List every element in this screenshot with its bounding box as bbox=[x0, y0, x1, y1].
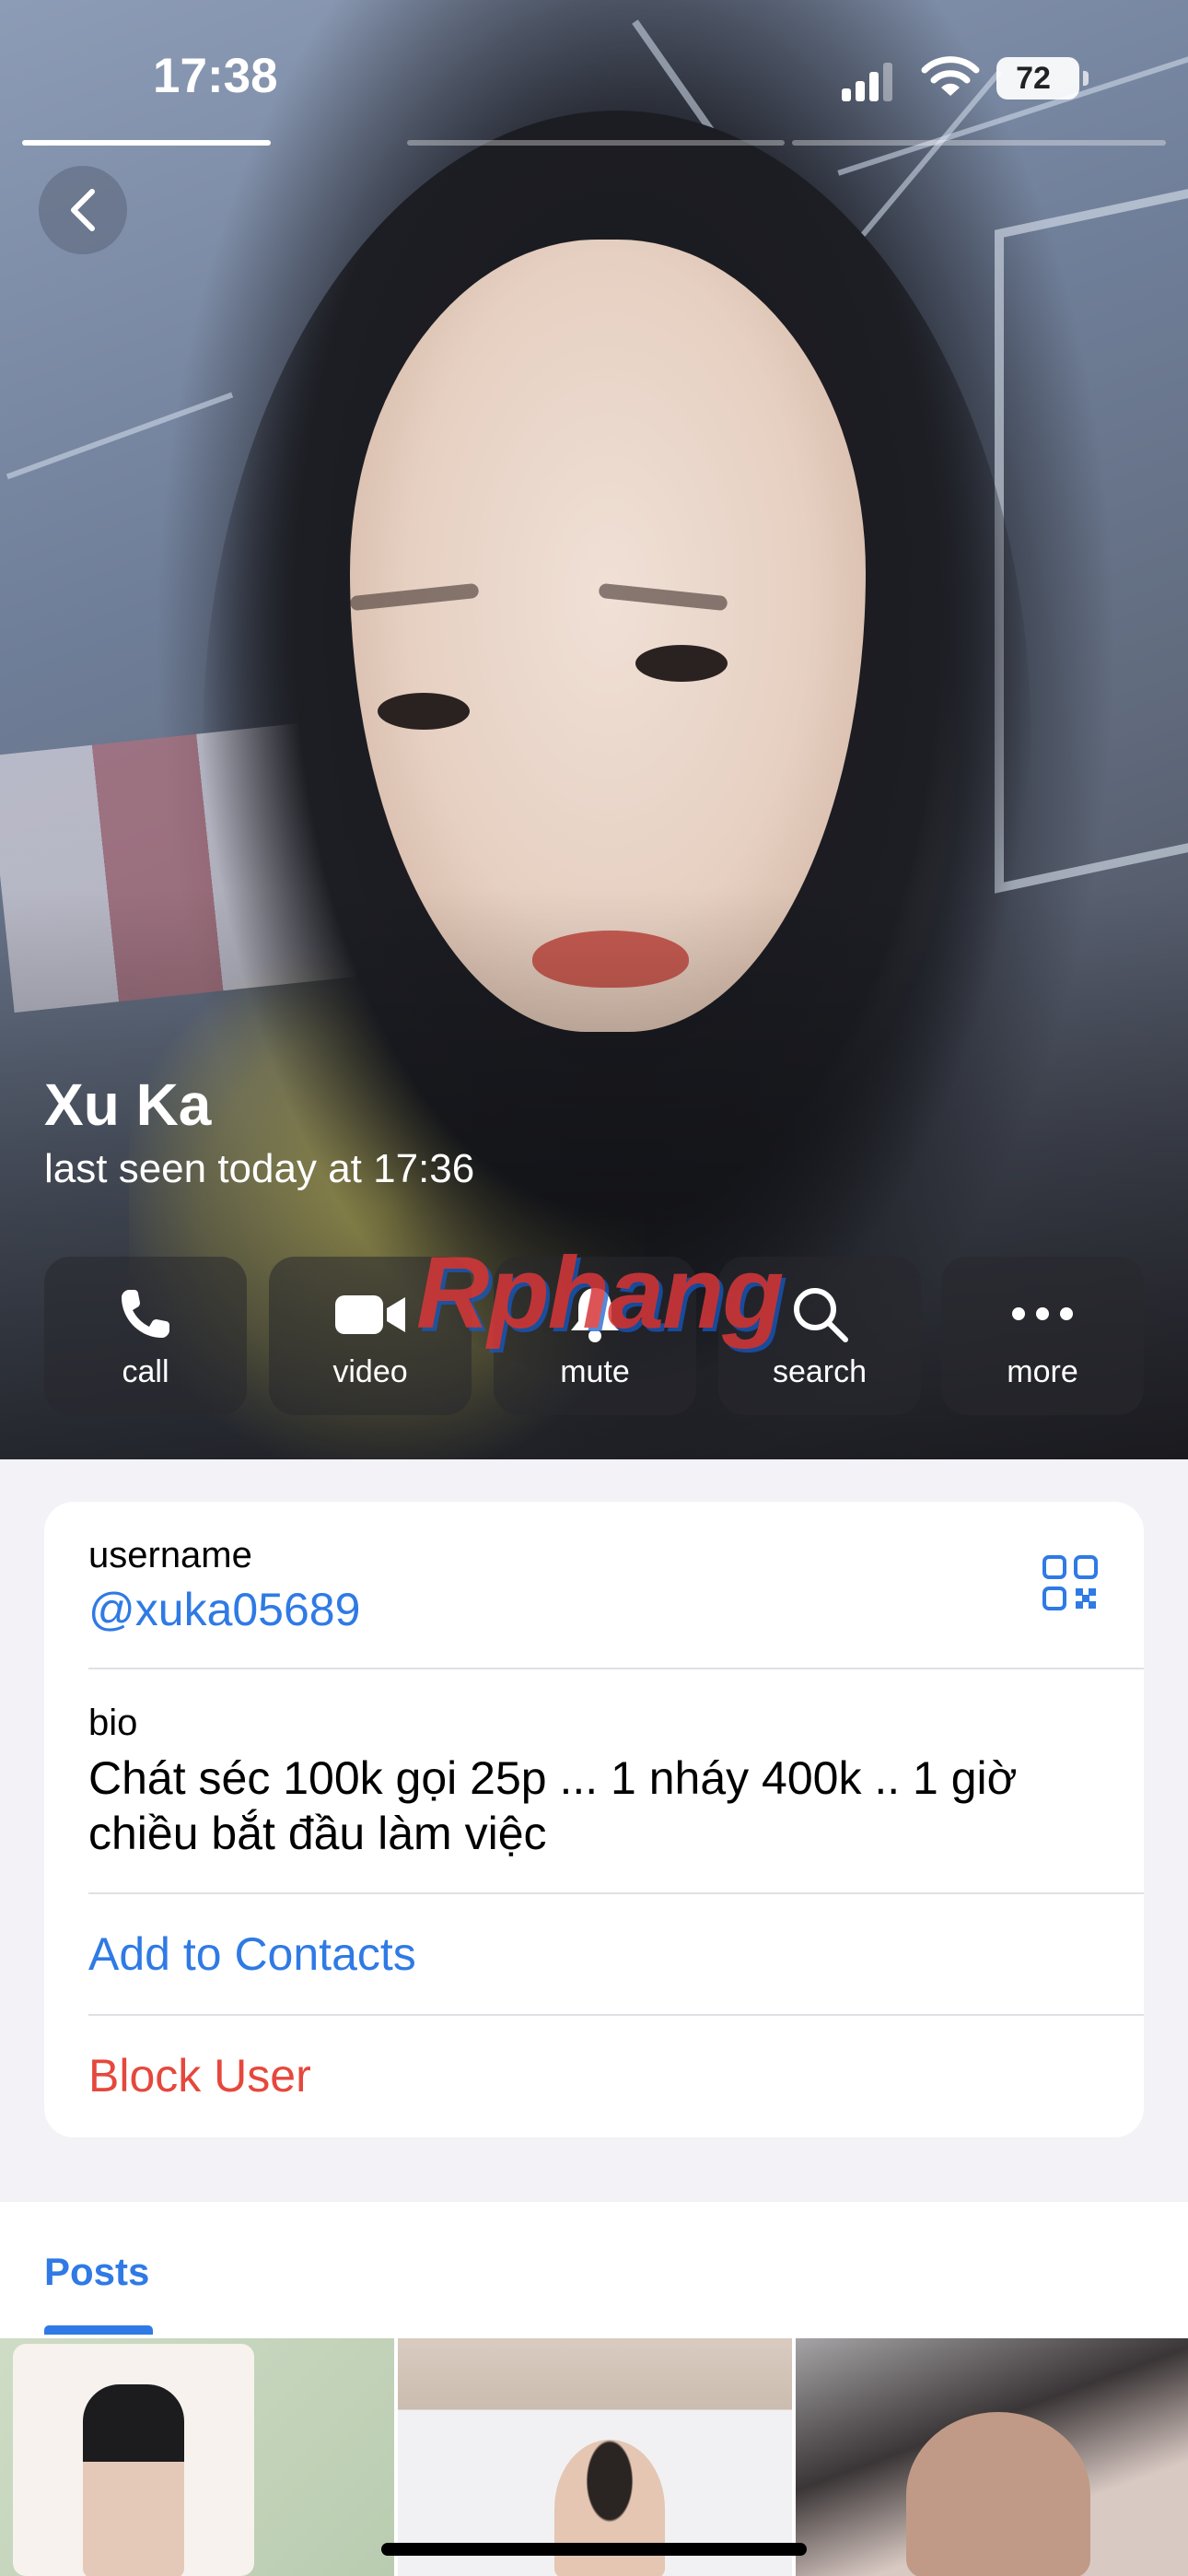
more-dots-icon bbox=[1012, 1307, 1073, 1320]
post-thumbnail-2[interactable] bbox=[398, 2338, 792, 2576]
video-camera-icon bbox=[335, 1295, 405, 1334]
info-card: username @xuka05689 bio Chát séc 100k gọ… bbox=[44, 1502, 1144, 2137]
cellular-signal-icon bbox=[842, 61, 893, 101]
battery-icon: 72 bbox=[996, 57, 1089, 100]
call-label: call bbox=[122, 1354, 169, 1389]
phone-icon bbox=[122, 1290, 169, 1338]
qr-code-icon[interactable] bbox=[1041, 1553, 1100, 1617]
username-label: username bbox=[88, 1535, 252, 1575]
tab-posts-indicator bbox=[44, 2325, 153, 2335]
posts-section-header: Posts bbox=[0, 2202, 1188, 2340]
more-button[interactable]: more bbox=[941, 1257, 1144, 1415]
username-link[interactable]: @xuka05689 bbox=[88, 1583, 360, 1636]
mute-label: mute bbox=[560, 1354, 630, 1389]
posts-grid bbox=[0, 2338, 1188, 2576]
bio-label: bio bbox=[88, 1703, 138, 1743]
search-icon bbox=[794, 1288, 848, 1342]
add-to-contacts-button[interactable]: Add to Contacts bbox=[88, 1927, 416, 1981]
story-progress-1 bbox=[22, 140, 271, 146]
chevron-left-icon bbox=[71, 189, 95, 231]
back-button[interactable] bbox=[39, 166, 127, 254]
home-indicator[interactable] bbox=[381, 2543, 807, 2556]
video-label: video bbox=[332, 1354, 408, 1389]
story-progress-3 bbox=[792, 140, 1166, 146]
story-progress-2 bbox=[407, 140, 785, 146]
battery-level: 72 bbox=[1016, 61, 1051, 96]
bio-text: Chát séc 100k gọi 25p ... 1 nháy 400k ..… bbox=[88, 1752, 1018, 1859]
last-seen-status: last seen today at 17:36 bbox=[44, 1146, 475, 1191]
post-thumbnail-3[interactable] bbox=[796, 2338, 1188, 2576]
status-time: 17:38 bbox=[153, 49, 278, 103]
tab-posts[interactable]: Posts bbox=[44, 2250, 149, 2294]
watermark-logo: Rphang bbox=[416, 1236, 784, 1350]
call-button[interactable]: call bbox=[44, 1257, 247, 1415]
post-thumbnail-1[interactable] bbox=[0, 2338, 394, 2576]
more-label: more bbox=[1007, 1354, 1078, 1389]
block-user-button[interactable]: Block User bbox=[88, 2049, 311, 2102]
profile-name: Xu Ka bbox=[44, 1071, 212, 1138]
search-label: search bbox=[772, 1354, 868, 1389]
wifi-icon bbox=[921, 55, 980, 104]
